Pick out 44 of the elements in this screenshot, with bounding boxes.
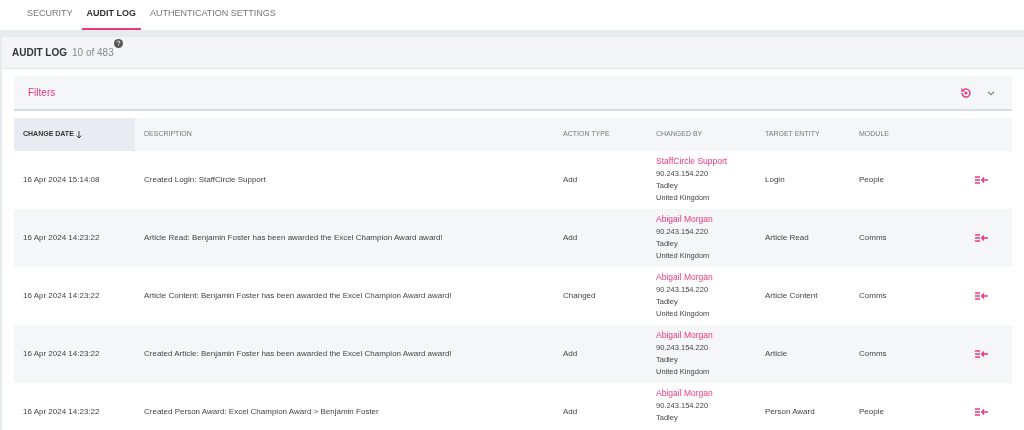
module-cell-text: Comms xyxy=(858,232,888,244)
description-cell-text: Created Login: StaffCircle Support xyxy=(143,174,267,186)
module-cell-text: Comms xyxy=(858,348,888,360)
module-cell-text: People xyxy=(858,406,885,418)
description-cell-text: Article Content: Benjamin Foster has been awarded the Excel Champion Award award! xyxy=(143,290,453,302)
record-count: 10 of 483 xyxy=(72,46,114,60)
module-cell-text: People xyxy=(858,174,885,186)
target-cell-text: Login xyxy=(764,174,786,186)
target-cell-text: Article Read xyxy=(764,232,810,244)
description-cell-text: Created Article: Benjamin Foster has been awarded the Excel Champion Award award! xyxy=(143,348,453,360)
date-cell-text: 16 Apr 2024 15:14:08 xyxy=(22,174,101,186)
date-cell-text: 16 Apr 2024 14:23:22 xyxy=(22,406,101,418)
action-cell-text: Changed xyxy=(562,290,597,302)
tab[interactable]: SECURITY xyxy=(22,0,78,30)
details-icon[interactable] xyxy=(975,408,988,416)
date-cell-text: 16 Apr 2024 14:23:22 xyxy=(22,290,101,302)
sort-arrow-icon xyxy=(75,130,82,139)
description-cell-text: Created Person Award: Excel Champion Award > Benjamin Foster xyxy=(143,406,380,418)
target-cell-text: Article Content xyxy=(764,290,819,302)
details-icon[interactable] xyxy=(975,176,988,184)
action-cell-text: Add xyxy=(562,348,579,360)
page-title: AUDIT LOG xyxy=(12,46,67,60)
details-icon[interactable] xyxy=(975,234,988,242)
user-link[interactable]: Abigail Morgan xyxy=(656,328,747,342)
history-icon[interactable] xyxy=(960,86,972,99)
details-icon[interactable] xyxy=(975,350,988,358)
tab[interactable]: AUTHENTICATION SETTINGS xyxy=(145,0,281,30)
description-cell-text: Article Read: Benjamin Foster has been awarded the Excel Champion Award award! xyxy=(143,232,444,244)
module-cell-text: Comms xyxy=(858,290,888,302)
target-cell-text: Person Award xyxy=(764,406,816,418)
action-cell-text: Add xyxy=(562,174,579,186)
user-link[interactable]: Abigail Morgan xyxy=(656,212,747,226)
date-cell-text: 16 Apr 2024 14:23:22 xyxy=(22,232,101,244)
help-icon[interactable] xyxy=(113,39,123,48)
date-cell-text: 16 Apr 2024 14:23:22 xyxy=(22,348,101,360)
target-cell-text: Article xyxy=(764,348,789,360)
details-icon[interactable] xyxy=(975,292,988,300)
tab[interactable]: AUDIT LOG xyxy=(81,0,141,30)
user-link[interactable]: StaffCircle Support xyxy=(656,154,747,168)
action-cell-text: Add xyxy=(562,406,579,418)
user-link[interactable]: Abigail Morgan xyxy=(656,386,747,400)
filters-toggle[interactable]: Filters xyxy=(28,85,56,100)
action-cell-text: Add xyxy=(562,232,579,244)
user-link[interactable]: Abigail Morgan xyxy=(656,270,747,284)
